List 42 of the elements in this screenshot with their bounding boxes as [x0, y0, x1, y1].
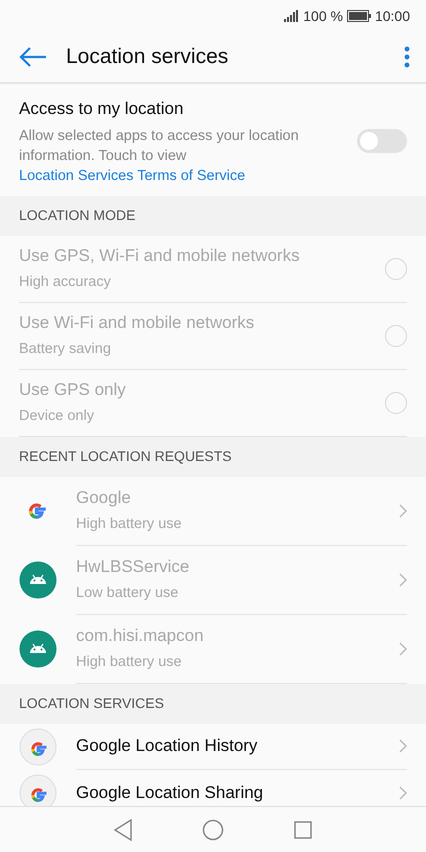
- home-nav-icon[interactable]: [202, 818, 224, 840]
- google-app-icon: [28, 501, 48, 521]
- setting-description: Allow selected apps to access your location information. Touch to view Location Services Terms of Service: [19, 126, 300, 186]
- section-header: LOCATION MODE: [0, 196, 426, 236]
- battery-level: 100 %: [303, 6, 343, 26]
- section-header: LOCATION SERVICES: [0, 684, 426, 724]
- chevron-right-icon: [399, 504, 407, 518]
- list-item[interactable]: Google Location Sharing: [0, 770, 426, 806]
- signal-icon: [284, 10, 300, 22]
- more-options-icon[interactable]: [404, 46, 410, 68]
- item-title: Google Location Sharing: [76, 782, 264, 804]
- item-subtitle: Device only: [19, 406, 95, 426]
- clock: 10:00: [374, 6, 410, 26]
- item-title: HwLBSService: [76, 556, 190, 578]
- chevron-right-icon: [399, 642, 407, 656]
- chevron-right-icon: [399, 786, 407, 800]
- item-title: Google Location History: [76, 735, 258, 758]
- chevron-right-icon: [399, 739, 407, 753]
- terms-link[interactable]: Location Services Terms of Service: [19, 168, 246, 184]
- item-subtitle: Battery saving: [19, 340, 112, 359]
- section-header: RECENT LOCATION REQUESTS: [0, 436, 426, 476]
- android-app-icon: [19, 630, 57, 668]
- back-icon[interactable]: [19, 46, 47, 68]
- setting-title: Access to my location: [19, 98, 184, 120]
- location-toggle[interactable]: [357, 128, 407, 153]
- android-app-icon: [19, 561, 57, 599]
- item-subtitle: Low battery use: [76, 584, 180, 603]
- item-title: Use GPS only: [19, 379, 127, 402]
- screen-title: Location services: [66, 44, 230, 70]
- chevron-right-icon: [399, 572, 407, 586]
- item-subtitle: High battery use: [76, 514, 183, 534]
- back-nav-icon[interactable]: [114, 818, 132, 840]
- recents-nav-icon[interactable]: [294, 820, 312, 838]
- battery-icon: [346, 10, 371, 22]
- item-title: com.hisi.mapcon: [76, 625, 205, 648]
- item-title: Use GPS, Wi-Fi and mobile networks: [19, 245, 301, 268]
- item-title: Use Wi-Fi and mobile networks: [19, 312, 256, 334]
- item-title: Google: [76, 487, 132, 510]
- google-app-icon: [19, 728, 57, 766]
- item-subtitle: High accuracy: [19, 272, 112, 292]
- item-subtitle: High battery use: [76, 652, 183, 672]
- list-item[interactable]: Google Location History: [0, 724, 426, 770]
